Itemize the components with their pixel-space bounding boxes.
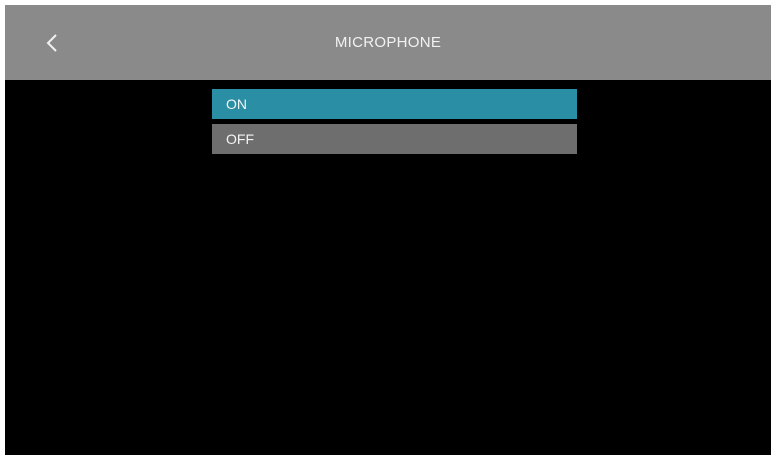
option-off[interactable]: OFF — [212, 124, 577, 154]
chevron-left-icon — [46, 34, 57, 52]
option-off-label: OFF — [226, 131, 254, 147]
back-button[interactable] — [35, 27, 75, 59]
page-title: MICROPHONE — [334, 34, 442, 51]
option-list: ON OFF — [212, 89, 577, 159]
header-bar: MICROPHONE — [5, 5, 771, 80]
option-on[interactable]: ON — [212, 89, 577, 119]
option-on-label: ON — [226, 96, 247, 112]
microphone-settings-screen: MICROPHONE ON OFF — [5, 5, 771, 455]
